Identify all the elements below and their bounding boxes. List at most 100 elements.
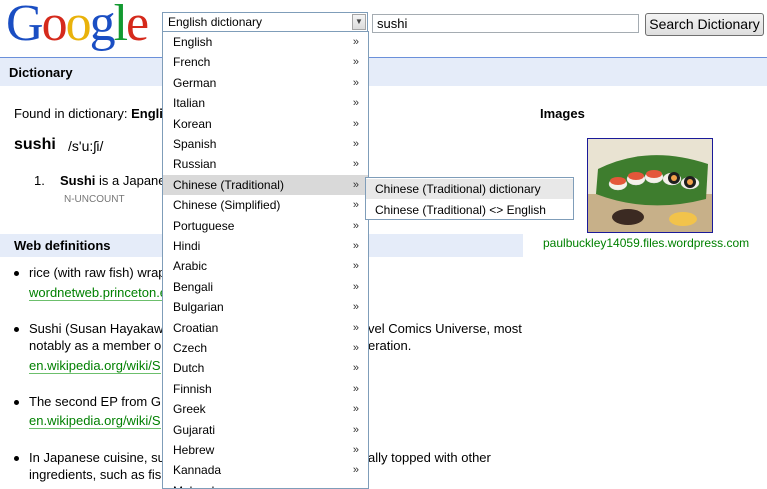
submenu-arrow-icon: » xyxy=(352,321,359,334)
menu-item[interactable]: Chinese (Simplified) » xyxy=(163,195,368,215)
submenu-arrow-icon: » xyxy=(353,481,359,488)
found-label: Found in dictionary: xyxy=(14,106,132,121)
menu-item[interactable]: Bulgarian » xyxy=(163,297,368,317)
web-definitions-title: Web definitions xyxy=(14,238,111,253)
submenu-arrow-icon: » xyxy=(352,423,359,436)
menu-item[interactable]: Spanish » xyxy=(163,134,368,154)
web-definition-2-line2b: eration. xyxy=(368,338,412,353)
menu-item-label: Czech xyxy=(173,341,208,355)
submenu-arrow-icon: » xyxy=(352,97,359,110)
image-caption-link[interactable]: paulbuckley14059.files.wordpress.com xyxy=(543,236,749,250)
web-definition-1-link[interactable]: wordnetweb.princeton.e xyxy=(29,285,168,301)
submenu-arrow-icon: » xyxy=(352,362,359,375)
submenu-arrow-icon: » xyxy=(352,403,359,416)
submenu-arrow-icon: » xyxy=(352,342,359,354)
submenu-arrow-icon: » xyxy=(352,36,359,48)
menu-item[interactable]: Greek » xyxy=(163,399,368,419)
submenu-arrow-icon: » xyxy=(352,158,359,171)
menu-item[interactable]: Italian » xyxy=(163,93,368,113)
web-definition-2-line2: notably as a member o xyxy=(29,338,162,353)
found-dictionary[interactable]: Engli xyxy=(131,106,163,121)
images-heading: Images xyxy=(540,106,585,121)
menu-item-label: Hindi xyxy=(173,239,201,253)
submenu-arrow-icon: » xyxy=(352,464,359,477)
menu-item-label: Portuguese xyxy=(173,218,235,233)
menu-item[interactable]: Chinese (Traditional) » xyxy=(163,174,368,195)
web-definition-2-link[interactable]: en.wikipedia.org/wiki/S xyxy=(29,358,161,374)
search-dictionary-button[interactable]: Search Dictionary xyxy=(645,13,764,36)
menu-item-label: Bengali xyxy=(173,279,214,294)
web-definition-1: rice (with raw fish) wrap xyxy=(14,265,166,280)
google-logo[interactable]: Google xyxy=(6,0,149,54)
menu-item[interactable]: Hindi » xyxy=(163,236,368,256)
menu-item[interactable]: Arabic » xyxy=(163,256,368,276)
submenu-arrow-icon: » xyxy=(352,382,359,395)
menu-item-label: Russian xyxy=(173,157,217,172)
menu-item[interactable]: Czech » xyxy=(163,338,368,358)
menu-item[interactable]: Kannada » xyxy=(163,460,368,480)
menu-item[interactable]: Dutch » xyxy=(163,358,368,378)
menu-item-label: Kannada xyxy=(173,463,222,478)
search-input[interactable]: sushi xyxy=(372,14,639,33)
web-definition-4-tail: ally topped with other xyxy=(368,450,491,465)
menu-item-label: Bulgarian xyxy=(173,300,224,315)
grammar-tag: N-UNCOUNT xyxy=(64,194,125,205)
menu-item-label: Hebrew xyxy=(173,443,215,457)
menu-item-label: Arabic xyxy=(173,259,208,274)
dictionary-dropdown-menu: English» French» German» Italian» Korean» Spa… xyxy=(162,31,369,489)
entry-word: sushi xyxy=(14,136,56,153)
dictionary-submenu: Chinese (Traditional) dictionary Chinese … xyxy=(365,177,574,220)
web-definition-3: The second EP from G xyxy=(14,394,161,409)
web-definition-3-link[interactable]: en.wikipedia.org/wiki/S xyxy=(29,413,161,429)
chevron-down-icon[interactable]: ▼ xyxy=(352,14,366,30)
menu-item[interactable]: Croatian » xyxy=(163,318,368,338)
found-in-dictionary: Found in dictionary: Engli xyxy=(14,106,163,121)
menu-item-label: Korean xyxy=(173,116,212,131)
definition-number: 1. xyxy=(34,173,45,188)
sushi-image[interactable] xyxy=(587,138,713,233)
submenu-item[interactable]: Chinese (Traditional) <> English xyxy=(366,200,573,220)
menu-item[interactable]: Bengali » xyxy=(163,277,368,297)
menu-item-label: Greek xyxy=(173,402,206,417)
menu-item-label: Chinese (Traditional) xyxy=(173,177,284,192)
dictionary-bar xyxy=(0,58,767,86)
menu-item[interactable]: Gujarati » xyxy=(163,420,368,440)
submenu-arrow-icon: » xyxy=(352,76,359,89)
menu-item-label: Spanish xyxy=(173,137,217,151)
menu-item-label: Dutch xyxy=(173,361,205,376)
web-definition-2-tail: vel Comics Universe, most xyxy=(368,321,522,336)
menu-item-label: Croatian xyxy=(173,320,219,335)
submenu-arrow-icon: » xyxy=(352,240,359,252)
submenu-arrow-icon: » xyxy=(352,444,359,456)
submenu-arrow-icon: » xyxy=(352,260,359,273)
dictionary-select[interactable]: English dictionary ▼ xyxy=(162,12,368,32)
menu-item-label: Malayalam xyxy=(173,484,231,488)
menu-item-label: Chinese (Simplified) xyxy=(173,198,281,213)
menu-item[interactable]: Finnish » xyxy=(163,379,368,399)
menu-item-label: Finnish xyxy=(173,381,212,396)
submenu-arrow-icon: » xyxy=(352,301,359,314)
submenu-arrow-icon: » xyxy=(352,178,359,191)
menu-item[interactable]: Hebrew » xyxy=(163,440,368,460)
definition-body: is a Japane xyxy=(95,173,166,188)
menu-item[interactable]: English » xyxy=(163,32,368,52)
submenu-arrow-icon: » xyxy=(352,117,359,130)
submenu-arrow-icon: » xyxy=(352,56,359,69)
submenu-arrow-icon: » xyxy=(352,219,359,232)
definition-text: Sushi is a Japane xyxy=(60,173,166,188)
menu-item[interactable]: Russian » xyxy=(163,154,368,174)
menu-item[interactable]: Portuguese » xyxy=(163,216,368,236)
menu-item-label: German xyxy=(173,75,217,90)
menu-item[interactable]: French » xyxy=(163,52,368,72)
menu-item-label: English xyxy=(173,35,213,49)
menu-item[interactable]: German » xyxy=(163,73,368,93)
submenu-item[interactable]: Chinese (Traditional) dictionary xyxy=(366,179,573,199)
dictionary-select-value: English dictionary xyxy=(168,15,263,29)
submenu-arrow-icon: » xyxy=(352,199,359,212)
menu-item-label: French xyxy=(173,55,211,70)
menu-item[interactable]: Malayalam » xyxy=(163,481,368,488)
web-definition-4-line2: ingredients, such as fis xyxy=(29,467,162,482)
menu-item[interactable]: Korean » xyxy=(163,114,368,134)
definition-head: Sushi xyxy=(60,173,96,188)
submenu-arrow-icon: » xyxy=(352,138,359,150)
